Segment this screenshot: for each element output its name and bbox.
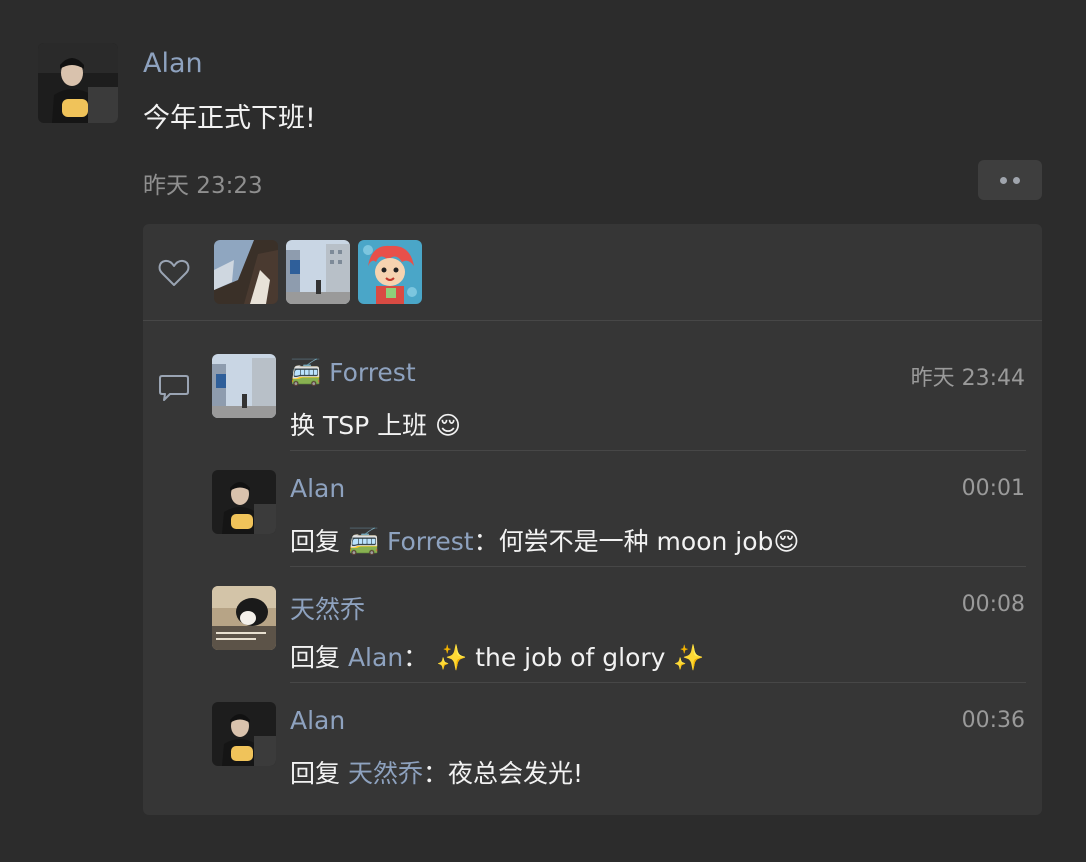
panel-divider — [143, 320, 1042, 321]
comment-author[interactable]: 🚎 Forrest — [290, 358, 416, 388]
comment-text: 回复 Alan： ✨ the job of glory ✨ — [290, 638, 705, 674]
comment-icon — [159, 375, 189, 401]
comment-avatar-forrest[interactable] — [212, 354, 276, 418]
dot-icon — [1013, 177, 1020, 184]
comment-time: 00:36 — [961, 708, 1025, 733]
heart-icon — [158, 259, 190, 286]
dot-icon — [1000, 177, 1007, 184]
reply-text: ：夜总会发光! — [422, 759, 583, 788]
comment-avatar-alan[interactable] — [212, 702, 276, 766]
like-avatar-street[interactable] — [286, 240, 350, 304]
reply-text: ： ✨ the job of glory ✨ — [403, 643, 705, 672]
reply-prefix: 回复 — [290, 643, 348, 672]
post-author-name[interactable]: Alan — [143, 48, 203, 79]
comment-time: 00:01 — [961, 476, 1025, 501]
comment-text: 换 TSP 上班 😌 — [290, 411, 462, 440]
comment-author[interactable]: Alan — [290, 706, 345, 735]
post-author-avatar[interactable] — [38, 43, 118, 123]
comment-author[interactable]: Alan — [290, 474, 345, 503]
comment-divider — [290, 682, 1026, 683]
reply-text: ：何尝不是一种 moon job😌 — [473, 527, 800, 556]
comment-avatar-alan[interactable] — [212, 470, 276, 534]
like-avatar-car-window[interactable] — [214, 240, 278, 304]
comment-text: 回复 🚎 Forrest：何尝不是一种 moon job😌 — [290, 522, 799, 558]
comment-text: 回复 天然乔：夜总会发光! — [290, 754, 583, 790]
reply-to-name[interactable]: 🚎 Forrest — [348, 527, 474, 556]
reply-to-name[interactable]: 天然乔 — [348, 759, 423, 788]
comment-time: 00:08 — [961, 592, 1025, 617]
reply-to-name[interactable]: Alan — [348, 643, 403, 672]
comment-avatar-tianranqiao[interactable] — [212, 586, 276, 650]
more-actions-button[interactable] — [978, 160, 1042, 200]
reply-prefix: 回复 — [290, 527, 348, 556]
post-text: 今年正式下班! — [143, 103, 316, 134]
comment-time: 昨天 23:44 — [910, 366, 1025, 391]
post-timestamp: 昨天 23:23 — [143, 173, 263, 199]
interaction-panel — [143, 224, 1042, 815]
reply-prefix: 回复 — [290, 759, 348, 788]
like-avatar-ponyo[interactable] — [358, 240, 422, 304]
comment-divider — [290, 566, 1026, 567]
moments-page: Alan 今年正式下班! 昨天 23:23 🚎 Forrest 昨天 23:44… — [0, 0, 1086, 862]
comment-divider — [290, 450, 1026, 451]
comment-author[interactable]: 天然乔 — [290, 590, 365, 626]
